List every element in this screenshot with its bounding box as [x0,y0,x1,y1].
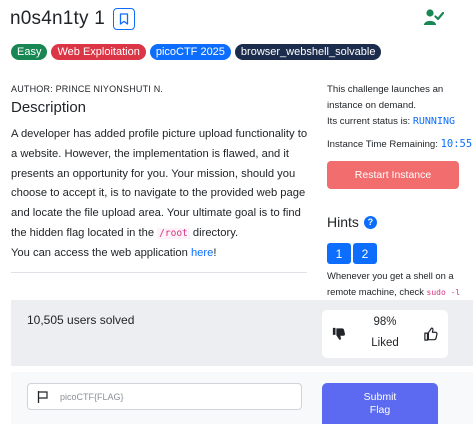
restart-instance-button[interactable]: Restart Instance [327,161,459,189]
tag-event[interactable]: picoCTF 2025 [149,44,231,60]
time-remaining: Instance Time Remaining: 10:55 [327,138,472,150]
flag-field[interactable] [27,383,302,410]
access-suffix: ! [213,246,217,259]
time-label: Instance Time Remaining: [327,139,438,150]
hints-title: Hints [327,214,359,230]
status-line: Its current status is: RUNNING [327,114,459,130]
hint-button-1[interactable]: 1 [327,243,351,264]
hint-content: Whenever you get a shell on a remote mac… [327,268,467,300]
flag-input[interactable] [60,391,280,402]
flag-icon [37,390,48,403]
hint-code: sudo -l [426,287,461,297]
time-value: 10:55 [440,138,473,150]
hints-heading: Hints ? [327,214,377,230]
access-link[interactable]: here [191,247,213,259]
bookmark-button[interactable] [112,8,135,30]
author-line: AUTHOR: PRINCE NIYONSHUTI N. [11,84,164,94]
bookmark-icon [119,13,129,25]
thumbs-up-icon[interactable] [424,327,438,341]
instance-info: This challenge launches an instance on d… [327,82,459,130]
tag-list: Easy Web Exploitation picoCTF 2025 brows… [11,44,382,60]
launch-text: This challenge launches an instance on d… [327,84,444,111]
submit-label-line1: Submit [363,390,397,403]
status-label: Its current status is: [327,116,411,127]
rating-card: 98% Liked [322,310,448,358]
tag-difficulty[interactable]: Easy [11,44,48,60]
question-circle-icon[interactable]: ? [363,215,377,229]
tag-webshell[interactable]: browser_webshell_solvable [234,44,382,60]
submit-label-line2: Flag [369,403,391,416]
description-heading: Description [11,99,87,116]
description-body: A developer has added profile picture up… [11,125,311,264]
users-solved-count: 10,505 users solved [27,313,135,327]
challenge-header: n0s4n1ty 1 [10,6,135,32]
tag-category[interactable]: Web Exploitation [51,44,146,60]
access-paragraph: You can access the web application here! [11,244,311,264]
challenge-title: n0s4n1ty 1 [10,8,105,29]
hint-buttons: 1 2 [327,243,377,264]
description-paragraph: A developer has added profile picture up… [11,125,311,244]
submit-flag-button[interactable]: Submit Flag [322,383,438,424]
description-text: A developer has added profile picture up… [11,128,308,239]
hint-button-2[interactable]: 2 [353,243,377,264]
description-text-end: directory. [189,226,239,239]
access-text: You can access the web application [11,246,191,259]
user-check-icon [424,9,444,25]
root-path-code: /root [157,227,190,239]
divider [11,272,307,273]
status-value: RUNNING [412,116,456,127]
